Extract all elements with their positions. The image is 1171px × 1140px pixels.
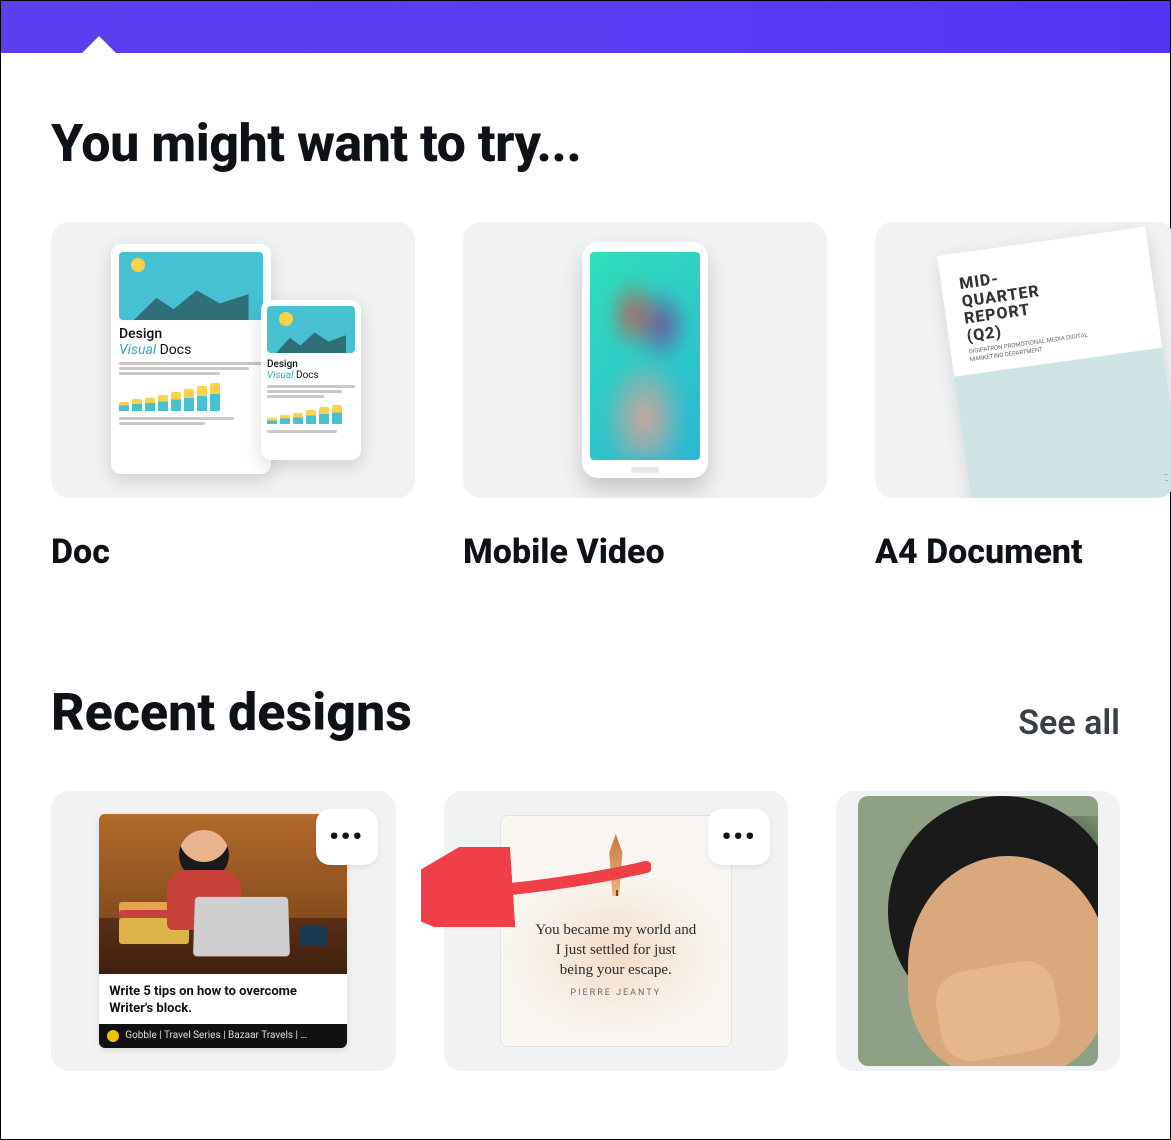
doc-title: Design [119, 326, 263, 342]
try-section: You might want to try... Design Visual D… [1, 113, 1170, 1071]
recent-design-2[interactable]: You became my world and I just settled f… [444, 791, 789, 1071]
recent-design-1[interactable]: Write 5 tips on how to overcome Writer's… [51, 791, 396, 1071]
banner-notch [81, 36, 117, 54]
recent2-content: You became my world and I just settled f… [500, 815, 732, 1047]
doc-subtitle: Visual Docs [119, 342, 263, 358]
quote-author: PIERRE JEANTY [570, 988, 661, 998]
card-label-a4: A4 Document [875, 532, 1171, 572]
recent-header-row: Recent designs See all [51, 682, 1120, 743]
recent-heading: Recent designs [51, 682, 412, 743]
quote-text: You became my world and I just settled f… [513, 920, 718, 981]
recent1-subbar: Gobble | Travel Series | Bazaar Travels … [99, 1024, 347, 1048]
template-card-mobile-video[interactable]: Mobile Video [463, 222, 827, 572]
card-label-doc: Doc [51, 532, 415, 572]
feather-icon [605, 834, 627, 896]
recent1-content: Write 5 tips on how to overcome Writer's… [99, 814, 347, 1048]
try-row: Design Visual Docs Design Visual D [51, 222, 1120, 572]
top-banner [1, 1, 1170, 53]
doc-page-small: Design Visual Docs [261, 300, 361, 460]
recent1-caption: Write 5 tips on how to overcome Writer's… [99, 974, 347, 1024]
template-card-doc[interactable]: Design Visual Docs Design Visual D [51, 222, 415, 572]
recent-design-3[interactable] [836, 791, 1120, 1071]
try-heading: You might want to try... [51, 113, 1120, 174]
a4-thumb: MID- QUARTER REPORT (Q2) DIGIPATRON PROM… [875, 222, 1171, 498]
doc-thumb: Design Visual Docs Design Visual D [51, 222, 415, 498]
see-all-link[interactable]: See all [1018, 703, 1120, 743]
template-card-a4[interactable]: MID- QUARTER REPORT (Q2) DIGIPATRON PROM… [875, 222, 1171, 572]
more-button[interactable]: ••• [316, 809, 378, 865]
recent3-content [858, 796, 1098, 1066]
a4-page: MID- QUARTER REPORT (Q2) DIGIPATRON PROM… [937, 227, 1171, 498]
card-label-mobile-video: Mobile Video [463, 532, 827, 572]
doc-page-large: Design Visual Docs [111, 244, 271, 474]
more-button[interactable]: ••• [708, 809, 770, 865]
phone-mock [582, 242, 708, 478]
recent-row: Write 5 tips on how to overcome Writer's… [51, 791, 1120, 1071]
mobile-video-thumb [463, 222, 827, 498]
